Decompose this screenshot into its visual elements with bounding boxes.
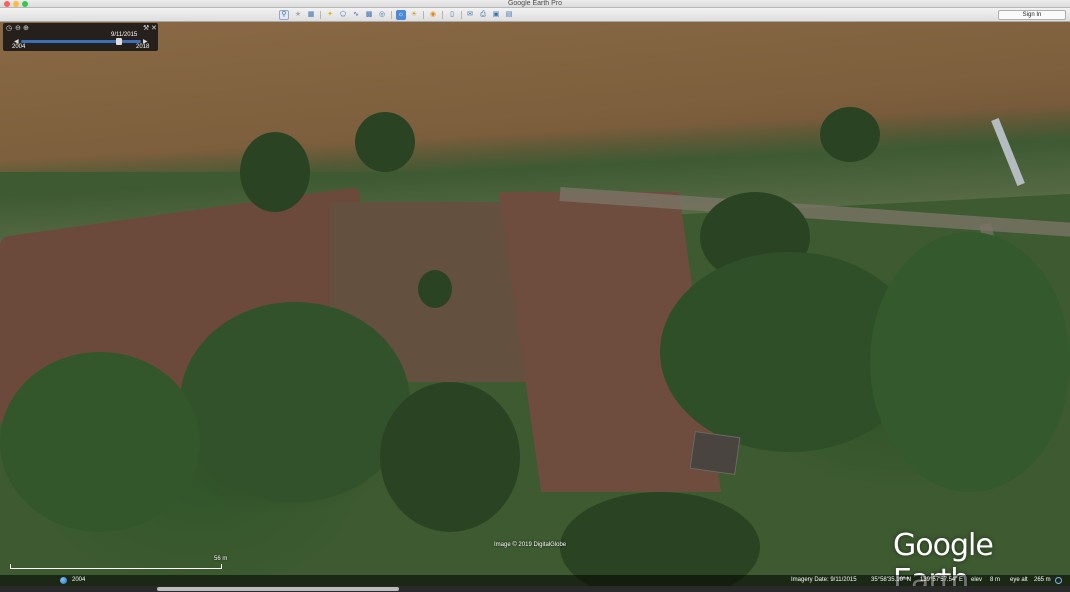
globe-icon[interactable] [60, 577, 67, 584]
planet-icon[interactable]: ◉ [428, 10, 438, 20]
toolbar-divider [391, 11, 392, 19]
scale-label: 56 m [214, 556, 228, 562]
path-icon[interactable]: ∿ [351, 10, 361, 20]
tree-canopy [418, 270, 452, 308]
zoom-out-icon[interactable]: ⊖ [15, 25, 22, 32]
tree-canopy [820, 107, 880, 162]
maps-icon[interactable]: ▣ [491, 10, 501, 20]
time-slider-track[interactable] [21, 40, 141, 43]
tree-canopy [355, 112, 415, 172]
scale-bar [10, 564, 222, 569]
horizontal-scrollbar[interactable] [0, 586, 1070, 592]
streaming-status-icon [1055, 577, 1062, 584]
time-slider-start-year: 2004 [12, 44, 26, 50]
search-icon[interactable]: ⚲ [279, 10, 289, 20]
elevation-label: elev [971, 577, 983, 583]
elevation-value: 8 m [990, 577, 1001, 583]
eye-alt-value: 265 m [1034, 577, 1051, 583]
imagery-date: Imagery Date: 9/11/2015 [791, 577, 857, 583]
polygon-icon[interactable]: ⬠ [338, 10, 348, 20]
close-icon[interactable]: ✕ [151, 25, 158, 32]
settings-wrench-icon[interactable]: ⚒ [143, 25, 150, 32]
map-view[interactable]: Image © 2019 DigitalGlobe Google Earth 5… [0, 22, 1070, 586]
ruler-icon[interactable]: ▯ [447, 10, 457, 20]
print-icon[interactable]: ⎙ [478, 10, 488, 20]
latitude-readout: 35°58'35.10" N [871, 577, 912, 583]
status-bar: 2004 Imagery Date: 9/11/2015 35°58'35.10… [0, 575, 1070, 586]
sky-icon[interactable]: ☼ [396, 10, 406, 20]
save-image-icon[interactable]: ▤ [504, 10, 514, 20]
time-slider-end-year: 2018 [136, 44, 150, 50]
toolbar-divider [442, 11, 443, 19]
sign-in-button[interactable]: Sign In [998, 10, 1066, 20]
tree-canopy [0, 352, 200, 532]
toolbar-divider [423, 11, 424, 19]
window-title: Google Earth Pro [507, 0, 563, 7]
building-imagery [689, 430, 741, 476]
historical-imagery-slider: ◷ ⊖ ⊕ ⚒ ✕ 9/11/2015 ◀ ▶ 2004 2018 [3, 23, 158, 51]
current-imagery-date: 9/11/2015 [111, 32, 138, 38]
time-slider-handle[interactable] [116, 38, 123, 45]
toolbar: ⚲ ★ ▦ ✦ ⬠ ∿ ▩ ◎ ☼ ☀ ◉ ▯ ✉ ⎙ ▣ ▤ Sign In [0, 8, 1070, 22]
eye-alt-label: eye alt [1010, 577, 1028, 583]
email-icon[interactable]: ✉ [465, 10, 475, 20]
placemark-icon[interactable]: ★ [293, 10, 303, 20]
scrollbar-thumb[interactable] [157, 587, 399, 591]
longitude-readout: 139°57'57.54" E [920, 577, 964, 583]
tree-canopy [240, 132, 310, 212]
zoom-in-icon[interactable]: ⊕ [23, 25, 30, 32]
tree-canopy [870, 232, 1070, 492]
toolbar-divider [320, 11, 321, 19]
google-earth-window: Google Earth Pro ⚲ ★ ▦ ✦ ⬠ ∿ ▩ ◎ ☼ ☀ ◉ ▯… [0, 0, 1070, 592]
tree-canopy [560, 492, 760, 586]
toolbar-divider [461, 11, 462, 19]
overlay-icon[interactable]: ▩ [364, 10, 374, 20]
history-year: 2004 [72, 577, 86, 583]
tree-canopy [180, 302, 410, 502]
sun-icon[interactable]: ☀ [409, 10, 419, 20]
clock-icon[interactable]: ◷ [6, 25, 13, 32]
sidebar-icon[interactable]: ▦ [306, 10, 316, 20]
tour-icon[interactable]: ◎ [377, 10, 387, 20]
placemark-add-icon[interactable]: ✦ [325, 10, 335, 20]
imagery-copyright: Image © 2019 DigitalGlobe [494, 542, 567, 548]
title-bar: Google Earth Pro [0, 0, 1070, 8]
tree-canopy [380, 382, 520, 532]
